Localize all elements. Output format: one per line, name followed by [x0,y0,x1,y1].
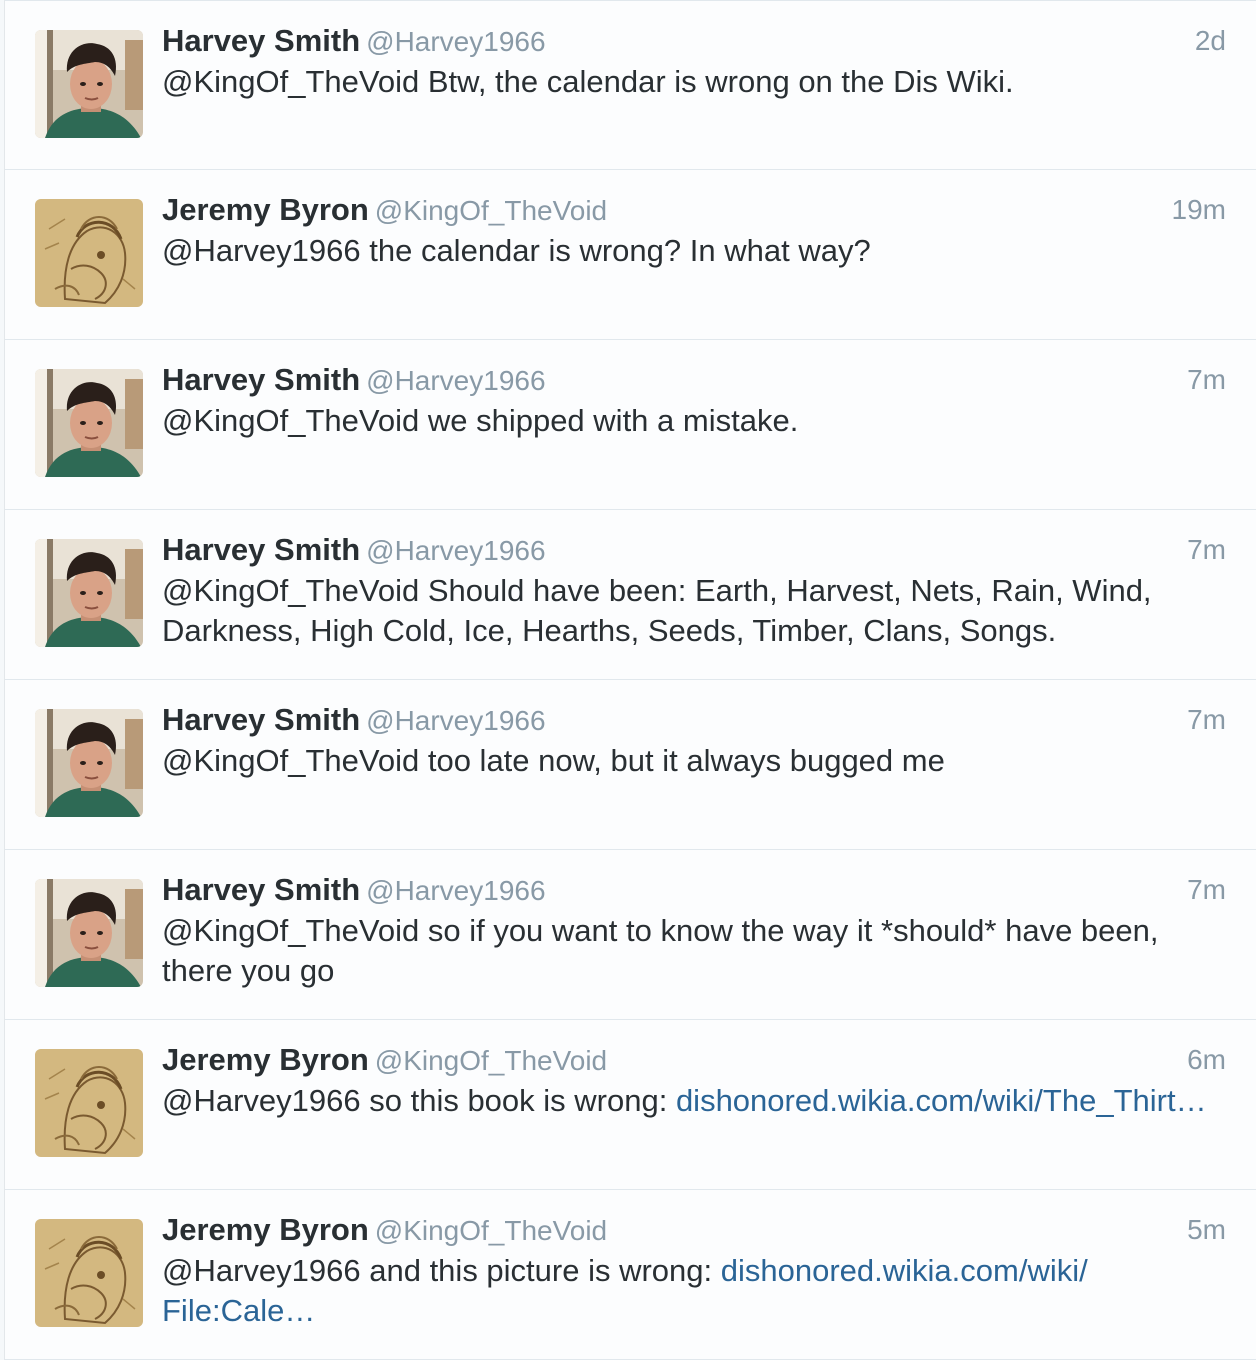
tweet-text-body: @KingOf_TheVoid Btw, the calendar is wro… [162,64,1014,99]
tweet-header: Harvey Smith @Harvey1966 7m [162,871,1226,911]
author-name[interactable]: Harvey Smith [162,532,360,567]
tweet-text: @Harvey1966 so this book is wrong: disho… [162,1081,1226,1121]
jeremy-avatar[interactable] [35,1049,143,1157]
harvey-avatar[interactable] [35,539,143,647]
author-handle[interactable]: @Harvey1966 [366,26,545,57]
tweet-header: Harvey Smith @Harvey1966 7m [162,531,1226,571]
tweet[interactable]: Harvey Smith @Harvey1966 7m @KingOf_TheVo… [5,340,1256,510]
tweet[interactable]: Harvey Smith @Harvey1966 7m @KingOf_TheVo… [5,850,1256,1020]
tweet-text: @KingOf_TheVoid so if you want to know t… [162,911,1226,991]
tweet-content: Harvey Smith @Harvey1966 2d @KingOf_TheVo… [162,22,1226,102]
tweet-text-body: @Harvey1966 the calendar is wrong? In wh… [162,233,871,268]
author-handle[interactable]: @KingOf_TheVoid [375,195,607,226]
author-handle[interactable]: @Harvey1966 [366,535,545,566]
author-name[interactable]: Harvey Smith [162,23,360,58]
tweet-timeline: Harvey Smith @Harvey1966 2d @KingOf_TheVo… [4,0,1256,1360]
author-handle[interactable]: @Harvey1966 [366,875,545,906]
tweet-timestamp[interactable]: 19m [1172,191,1226,229]
tweet-timestamp[interactable]: 5m [1187,1211,1226,1249]
tweet-timestamp[interactable]: 7m [1187,871,1226,909]
tweet-timestamp[interactable]: 7m [1187,701,1226,739]
tweet-text-body: @Harvey1966 and this picture is wrong: [162,1253,721,1288]
tweet-timestamp[interactable]: 7m [1187,361,1226,399]
tweet-header: Harvey Smith @Harvey1966 7m [162,361,1226,401]
tweet-text-body: @KingOf_TheVoid too late now, but it alw… [162,743,945,778]
tweet-content: Harvey Smith @Harvey1966 7m @KingOf_TheVo… [162,701,1226,781]
tweet-text-body: @KingOf_TheVoid we shipped with a mistak… [162,403,799,438]
tweet-text-body: @Harvey1966 so this book is wrong: [162,1083,676,1118]
tweet-content: Harvey Smith @Harvey1966 7m @KingOf_TheVo… [162,361,1226,441]
author-name[interactable]: Harvey Smith [162,872,360,907]
author-name[interactable]: Jeremy Byron [162,192,369,227]
tweet-text: @KingOf_TheVoid Should have been: Earth,… [162,571,1226,651]
tweet-header: Jeremy Byron @KingOf_TheVoid 19m [162,191,1226,231]
harvey-avatar[interactable] [35,30,143,138]
tweet-text-body: @KingOf_TheVoid so if you want to know t… [162,913,1159,988]
author-name[interactable]: Jeremy Byron [162,1212,369,1247]
jeremy-avatar[interactable] [35,199,143,307]
tweet-content: Jeremy Byron @KingOf_TheVoid 6m @Harvey19… [162,1041,1226,1121]
tweet-text-body: @KingOf_TheVoid Should have been: Earth,… [162,573,1152,648]
harvey-avatar[interactable] [35,879,143,987]
tweet-content: Harvey Smith @Harvey1966 7m @KingOf_TheVo… [162,531,1226,651]
author-handle[interactable]: @KingOf_TheVoid [375,1215,607,1246]
tweet-content: Harvey Smith @Harvey1966 7m @KingOf_TheVo… [162,871,1226,991]
tweet-content: Jeremy Byron @KingOf_TheVoid 19m @Harvey1… [162,191,1226,271]
author-handle[interactable]: @KingOf_TheVoid [375,1045,607,1076]
tweet-header: Harvey Smith @Harvey1966 2d [162,22,1226,62]
tweet-header: Harvey Smith @Harvey1966 7m [162,701,1226,741]
tweet[interactable]: Jeremy Byron @KingOf_TheVoid 5m @Harvey19… [5,1190,1256,1360]
tweet-text: @KingOf_TheVoid too late now, but it alw… [162,741,1226,781]
tweet-timestamp[interactable]: 6m [1187,1041,1226,1079]
author-handle[interactable]: @Harvey1966 [366,365,545,396]
tweet-link[interactable]: dishonored.wikia.com/wiki/​The_Thirt… [676,1083,1207,1118]
tweet-text: @KingOf_TheVoid we shipped with a mistak… [162,401,1226,441]
tweet-timestamp[interactable]: 2d [1195,22,1226,60]
jeremy-avatar[interactable] [35,1219,143,1327]
author-name[interactable]: Harvey Smith [162,702,360,737]
tweet[interactable]: Harvey Smith @Harvey1966 7m @KingOf_TheVo… [5,510,1256,680]
tweet[interactable]: Jeremy Byron @KingOf_TheVoid 6m @Harvey19… [5,1020,1256,1190]
author-name[interactable]: Harvey Smith [162,362,360,397]
tweet[interactable]: Harvey Smith @Harvey1966 7m @KingOf_TheVo… [5,680,1256,850]
harvey-avatar[interactable] [35,369,143,477]
tweet-content: Jeremy Byron @KingOf_TheVoid 5m @Harvey19… [162,1211,1226,1331]
tweet-text: @Harvey1966 and this picture is wrong: d… [162,1251,1226,1331]
tweet-text: @Harvey1966 the calendar is wrong? In wh… [162,231,1226,271]
tweet-text: @KingOf_TheVoid Btw, the calendar is wro… [162,62,1226,102]
tweet[interactable]: Harvey Smith @Harvey1966 2d @KingOf_TheVo… [5,0,1256,170]
author-handle[interactable]: @Harvey1966 [366,705,545,736]
tweet-timestamp[interactable]: 7m [1187,531,1226,569]
tweet[interactable]: Jeremy Byron @KingOf_TheVoid 19m @Harvey1… [5,170,1256,340]
harvey-avatar[interactable] [35,709,143,817]
tweet-header: Jeremy Byron @KingOf_TheVoid 5m [162,1211,1226,1251]
tweet-header: Jeremy Byron @KingOf_TheVoid 6m [162,1041,1226,1081]
author-name[interactable]: Jeremy Byron [162,1042,369,1077]
